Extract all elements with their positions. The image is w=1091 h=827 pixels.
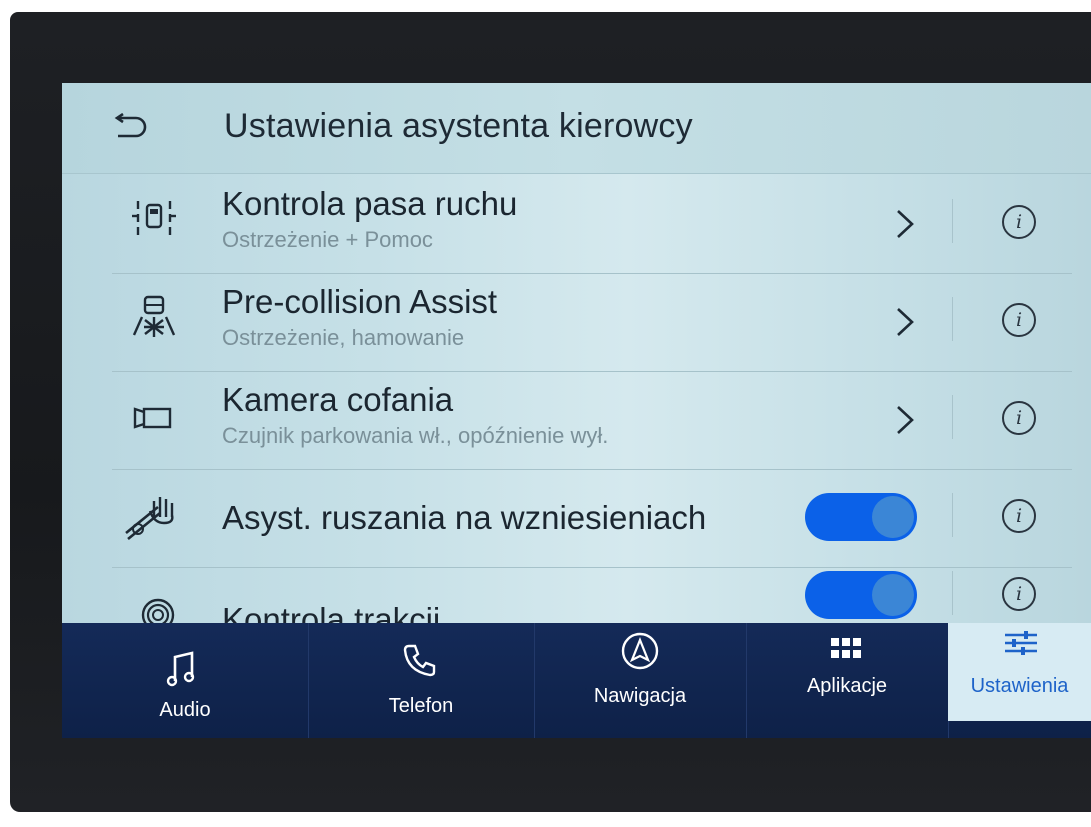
setting-sublabel: Ostrzeżenie, hamowanie	[222, 325, 465, 350]
navigation-icon	[621, 632, 659, 670]
chevron-right-icon[interactable]	[892, 207, 918, 241]
nav-item-apps[interactable]: Aplikacje	[746, 623, 949, 738]
setting-row-pre-collision[interactable]: Pre-collision Assist Ostrzeżenie, hamowa…	[112, 273, 1072, 372]
apps-grid-icon	[831, 638, 861, 658]
toggle-knob	[872, 574, 914, 616]
header-bar: Ustawienia asystenta kierowcy	[62, 83, 1091, 174]
info-icon[interactable]: i	[1002, 303, 1036, 337]
rear-camera-icon	[133, 407, 172, 429]
nav-item-audio[interactable]: Audio	[62, 623, 309, 738]
toggle-knob	[872, 496, 914, 538]
traction-control-toggle[interactable]	[805, 571, 917, 619]
info-icon[interactable]: i	[1002, 205, 1036, 239]
hill-start-icon	[125, 497, 174, 541]
nav-item-phone[interactable]: Telefon	[308, 623, 535, 738]
divider	[952, 395, 953, 439]
back-arrow-icon[interactable]	[114, 113, 148, 139]
setting-label: Kontrola pasa ruchu	[222, 185, 518, 222]
bottom-nav-bar: Audio Telefon Nawigacja Aplikacje Ustawi…	[62, 623, 1091, 738]
music-note-icon	[166, 651, 195, 687]
divider	[952, 571, 953, 615]
setting-sublabel: Ostrzeżenie + Pomoc	[222, 227, 433, 252]
page-title: Ustawienia asystenta kierowcy	[224, 107, 693, 145]
lane-keeping-icon	[132, 201, 176, 235]
divider	[952, 493, 953, 537]
settings-sliders-icon	[1005, 631, 1037, 655]
divider	[952, 297, 953, 341]
chevron-right-icon[interactable]	[892, 403, 918, 437]
setting-row-lane-keeping[interactable]: Kontrola pasa ruchu Ostrzeżenie + Pomoc …	[112, 175, 1072, 274]
setting-label: Pre-collision Assist	[222, 283, 498, 320]
nav-label: Ustawienia	[970, 675, 1069, 697]
nav-label: Audio	[159, 699, 211, 721]
nav-label: Telefon	[388, 695, 454, 717]
info-icon[interactable]: i	[1002, 577, 1036, 611]
info-icon[interactable]: i	[1002, 499, 1036, 533]
info-icon[interactable]: i	[1002, 401, 1036, 435]
setting-label: Kamera cofania	[222, 381, 454, 418]
infotainment-screen: Ustawienia asystenta kierowcy Kontrola p…	[62, 83, 1091, 738]
phone-icon	[403, 644, 436, 677]
pre-collision-icon	[132, 295, 176, 337]
chevron-right-icon[interactable]	[892, 305, 918, 339]
setting-row-rear-camera[interactable]: Kamera cofania Czujnik parkowania wł., o…	[112, 371, 1072, 470]
hill-start-toggle[interactable]	[805, 493, 917, 541]
setting-row-hill-start[interactable]: Asyst. ruszania na wzniesieniach i	[112, 469, 1072, 568]
divider	[952, 199, 953, 243]
nav-label: Aplikacje	[806, 675, 888, 697]
setting-label: Asyst. ruszania na wzniesieniach	[222, 499, 707, 536]
nav-label: Nawigacja	[593, 685, 687, 707]
nav-item-settings[interactable]: Ustawienia	[948, 623, 1091, 721]
setting-sublabel: Czujnik parkowania wł., opóźnienie wył.	[222, 423, 609, 448]
nav-item-navigation[interactable]: Nawigacja	[534, 623, 747, 738]
